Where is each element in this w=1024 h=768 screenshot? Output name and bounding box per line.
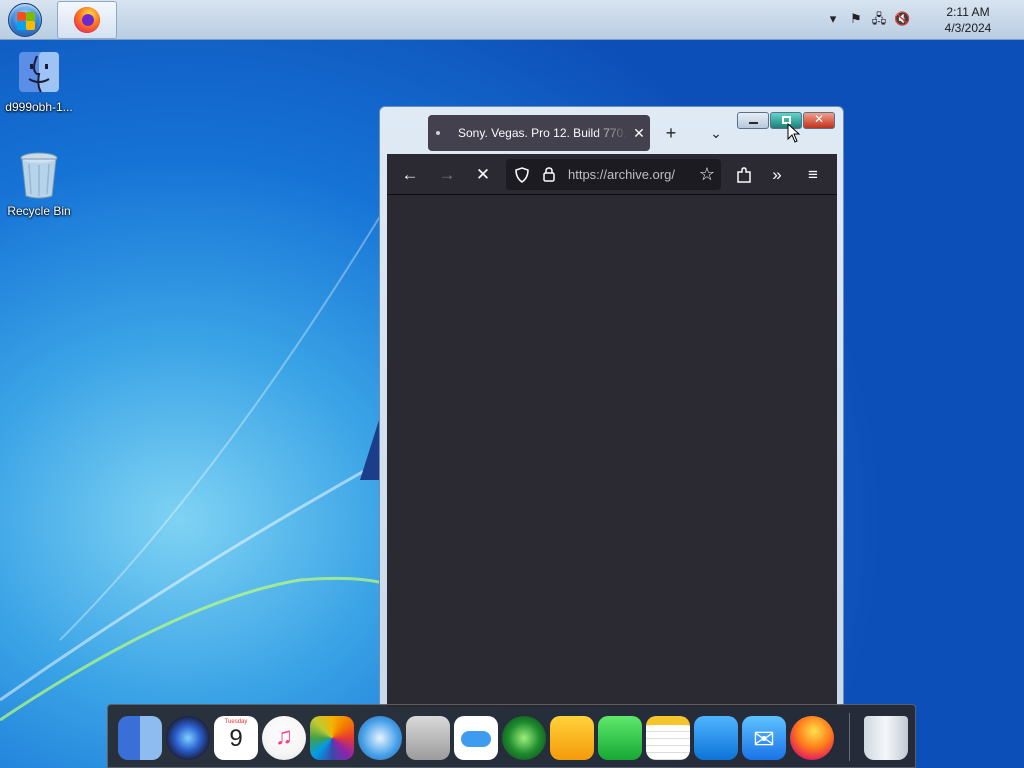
- dock-pages-icon[interactable]: [550, 716, 594, 760]
- close-button[interactable]: ✕: [803, 112, 835, 129]
- url-text: https://archive.org/: [568, 167, 675, 182]
- dock-contacts-icon[interactable]: [406, 716, 450, 760]
- url-bar[interactable]: https://archive.org/ ☆: [506, 159, 721, 190]
- navigation-toolbar: ← → ✕ https://archive.org/ ☆ » ≡: [387, 154, 837, 195]
- clock-time: 2:11 AM: [946, 5, 990, 19]
- desktop-icon-recycle-bin[interactable]: Recycle Bin: [0, 150, 79, 218]
- mouse-cursor-icon: [787, 123, 801, 143]
- browser-content: [387, 154, 837, 707]
- volume-muted-icon[interactable]: 🔇: [894, 11, 910, 27]
- dock: Tuesday 9 ♫ ✉: [107, 704, 916, 768]
- desktop-icon-label: Recycle Bin: [7, 204, 71, 218]
- browser-window: Sony. Vegas. Pro 12. Build 770.64 ✕ + ⌄ …: [379, 106, 844, 707]
- firefox-icon: [74, 7, 100, 33]
- dock-finder-icon[interactable]: [118, 716, 162, 760]
- dock-icloud-icon[interactable]: [454, 716, 498, 760]
- desktop-icon-label: d999obh-1...: [5, 100, 73, 114]
- dock-siri-icon[interactable]: [166, 716, 210, 760]
- dock-separator: [849, 713, 850, 761]
- dock-safari-icon[interactable]: [358, 716, 402, 760]
- flag-icon[interactable]: ⚑: [848, 11, 864, 27]
- bookmark-star-icon[interactable]: ☆: [699, 164, 715, 185]
- dock-numbers-icon[interactable]: [598, 716, 642, 760]
- forward-button[interactable]: →: [434, 162, 460, 188]
- taskbar: ▾ ⚑ 🖧 🔇 2:11 AM 4/3/2024: [0, 0, 1024, 40]
- clock[interactable]: 2:11 AM 4/3/2024: [938, 4, 998, 36]
- dock-mail-icon[interactable]: ✉: [742, 716, 786, 760]
- calendar-day-number: 9: [229, 725, 243, 752]
- extensions-icon[interactable]: [735, 166, 753, 184]
- minimize-icon: [749, 122, 758, 124]
- menu-hamburger-icon[interactable]: ≡: [800, 162, 826, 188]
- clock-date: 4/3/2024: [944, 21, 992, 35]
- dock-find-my-icon[interactable]: [502, 716, 546, 760]
- stop-button[interactable]: ✕: [470, 162, 496, 188]
- tab-close-icon[interactable]: ✕: [628, 125, 650, 142]
- dock-keynote-icon[interactable]: [694, 716, 738, 760]
- dock-firefox-icon[interactable]: [790, 716, 834, 760]
- tab-loading-icon: [436, 131, 440, 135]
- lock-icon: [543, 167, 555, 182]
- taskbar-firefox-button[interactable]: [57, 1, 117, 39]
- network-icon[interactable]: 🖧: [871, 11, 887, 27]
- dock-music-icon[interactable]: ♫: [262, 716, 306, 760]
- new-tab-button[interactable]: +: [659, 121, 683, 145]
- minimize-button[interactable]: [737, 112, 769, 129]
- close-icon: ✕: [813, 112, 825, 126]
- system-tray: ▾ ⚑ 🖧 🔇 2:11 AM 4/3/2024: [830, 0, 1024, 40]
- windows-orb-icon: [8, 3, 42, 37]
- browser-tab[interactable]: Sony. Vegas. Pro 12. Build 770.64 ✕: [428, 115, 650, 151]
- tab-title: Sony. Vegas. Pro 12. Build 770.64: [458, 126, 628, 140]
- dock-photos-icon[interactable]: [310, 716, 354, 760]
- list-tabs-button[interactable]: ⌄: [704, 121, 728, 145]
- dock-trash-icon[interactable]: [864, 716, 908, 760]
- overflow-chevron-icon[interactable]: »: [764, 162, 790, 188]
- recycle-bin-icon: [20, 152, 58, 199]
- chevron-up-icon[interactable]: ▾: [825, 11, 841, 27]
- back-button[interactable]: ←: [397, 162, 423, 188]
- dock-notes-icon[interactable]: [646, 716, 690, 760]
- start-button[interactable]: [3, 1, 47, 39]
- dock-calendar-icon[interactable]: Tuesday 9: [214, 716, 258, 760]
- finder-icon: [19, 52, 59, 93]
- desktop-icon-finder[interactable]: d999obh-1...: [0, 48, 79, 114]
- tracking-protection-icon: [515, 167, 529, 183]
